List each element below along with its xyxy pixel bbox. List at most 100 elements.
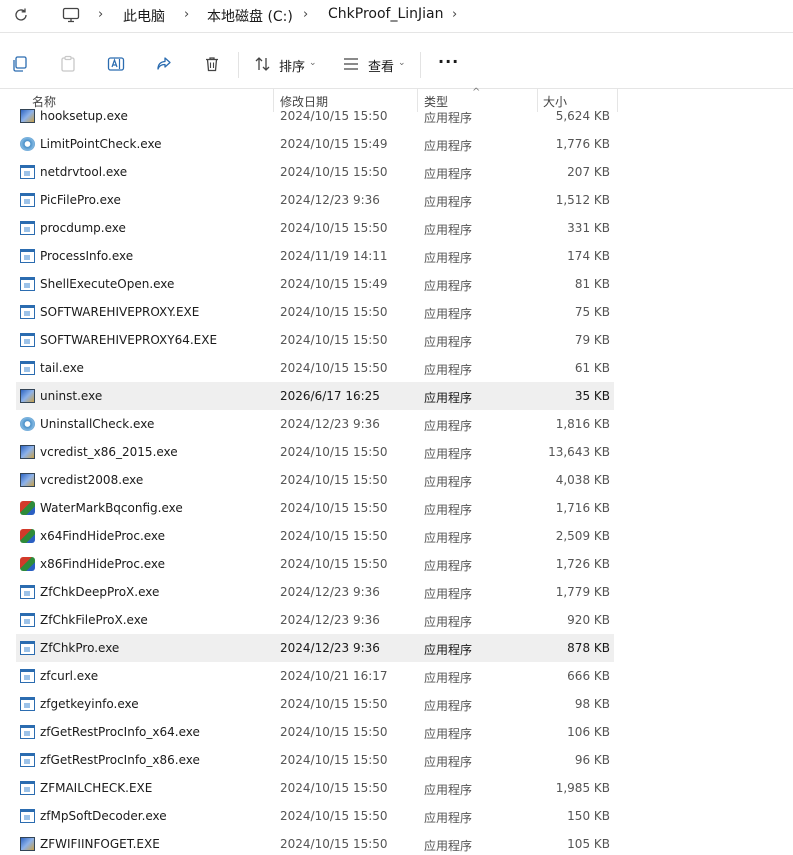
file-name: ZFWIFIINFOGET.EXE	[40, 837, 160, 851]
disc-icon	[20, 137, 35, 151]
file-type: 应用程序	[424, 503, 473, 517]
puzzle-icon	[20, 529, 35, 543]
file-type: 应用程序	[424, 195, 473, 209]
file-row[interactable]: x64FindHideProc.exe 2024/10/15 15:50 应用程序 2…	[16, 522, 614, 550]
view-icon[interactable]	[341, 54, 361, 74]
file-row[interactable]: ZfChkFileProX.exe 2024/12/23 9:36 应用程序 920 …	[16, 606, 614, 634]
breadcrumb-current-folder[interactable]: ChkProof_LinJian	[328, 6, 444, 22]
file-type: 应用程序	[424, 559, 473, 573]
app-window-icon	[20, 165, 35, 179]
rename-icon[interactable]	[106, 54, 126, 74]
file-name: zfGetRestProcInfo_x86.exe	[40, 753, 200, 767]
app-window-icon	[20, 613, 35, 627]
file-row[interactable]: UninstallCheck.exe 2024/12/23 9:36 应用程序 1,8…	[16, 410, 614, 438]
breadcrumb-this-pc[interactable]: 此电脑	[123, 6, 165, 26]
file-row[interactable]: LimitPointCheck.exe 2024/10/15 15:49 应用程序 1…	[16, 130, 614, 158]
file-name: PicFilePro.exe	[40, 193, 121, 207]
file-row[interactable]: vcredist2008.exe 2024/10/15 15:50 应用程序 4,03…	[16, 466, 614, 494]
file-row[interactable]: zfMpSoftDecoder.exe 2024/10/15 15:50 应用程序 1…	[16, 802, 614, 830]
file-size: 61 KB	[574, 361, 610, 375]
file-row[interactable]: hooksetup.exe 2024/10/15 15:50 应用程序 5,624 K…	[16, 102, 614, 130]
file-type: 应用程序	[424, 727, 473, 741]
refresh-icon[interactable]	[12, 6, 30, 24]
file-name: UninstallCheck.exe	[40, 417, 155, 431]
app-window-icon	[20, 333, 35, 347]
file-row[interactable]: procdump.exe 2024/10/15 15:50 应用程序 331 KB	[16, 214, 614, 242]
file-size: 150 KB	[567, 809, 610, 823]
file-row[interactable]: WaterMarkBqconfig.exe 2024/10/15 15:50 应用程…	[16, 494, 614, 522]
chevron-right-icon[interactable]: ›	[184, 7, 189, 22]
file-row[interactable]: SOFTWAREHIVEPROXY64.EXE 2024/10/15 15:50 应…	[16, 326, 614, 354]
chevron-right-icon[interactable]: ›	[303, 7, 308, 22]
file-row[interactable]: zfcurl.exe 2024/10/21 16:17 应用程序 666 KB	[16, 662, 614, 690]
file-name: ZfChkDeepProX.exe	[40, 585, 160, 599]
file-name: ShellExecuteOpen.exe	[40, 277, 175, 291]
file-name: procdump.exe	[40, 221, 126, 235]
file-row[interactable]: PicFilePro.exe 2024/12/23 9:36 应用程序 1,512 K…	[16, 186, 614, 214]
file-type: 应用程序	[424, 643, 473, 657]
file-type: 应用程序	[424, 335, 473, 349]
file-row[interactable]: ZFWIFIINFOGET.EXE 2024/10/15 15:50 应用程序 105…	[16, 830, 614, 855]
chevron-down-icon[interactable]: ⌄	[398, 58, 406, 68]
app-window-icon	[20, 809, 35, 823]
file-size: 1,985 KB	[555, 781, 610, 795]
view-button[interactable]: 查看	[368, 56, 394, 75]
file-date: 2024/12/23 9:36	[280, 641, 380, 655]
more-options-button[interactable]: ···	[438, 52, 459, 71]
chevron-right-icon[interactable]: ›	[452, 7, 457, 22]
file-size: 1,726 KB	[555, 557, 610, 571]
file-row[interactable]: tail.exe 2024/10/15 15:50 应用程序 61 KB	[16, 354, 614, 382]
file-row[interactable]: ZfChkPro.exe 2024/12/23 9:36 应用程序 878 KB	[16, 634, 614, 662]
installer-icon	[20, 473, 35, 487]
file-name: WaterMarkBqconfig.exe	[40, 501, 183, 515]
file-row[interactable]: zfGetRestProcInfo_x86.exe 2024/10/15 15:5…	[16, 746, 614, 774]
file-row[interactable]: vcredist_x86_2015.exe 2024/10/15 15:50 应用程…	[16, 438, 614, 466]
file-row[interactable]: SOFTWAREHIVEPROXY.EXE 2024/10/15 15:50 应用程…	[16, 298, 614, 326]
file-name: ZFMAILCHECK.EXE	[40, 781, 153, 795]
file-size: 5,624 KB	[555, 109, 610, 123]
file-row[interactable]: uninst.exe 2026/6/17 16:25 应用程序 35 KB	[16, 382, 614, 410]
computer-icon[interactable]	[62, 7, 80, 23]
breadcrumb-local-disk[interactable]: 本地磁盘 (C:)	[207, 6, 293, 26]
file-row[interactable]: ShellExecuteOpen.exe 2024/10/15 15:49 应用程序…	[16, 270, 614, 298]
file-name: x64FindHideProc.exe	[40, 529, 166, 543]
file-size: 105 KB	[567, 837, 610, 851]
sort-button[interactable]: 排序	[279, 56, 305, 75]
delete-icon[interactable]	[202, 54, 222, 74]
file-row[interactable]: ProcessInfo.exe 2024/11/19 14:11 应用程序 174 K…	[16, 242, 614, 270]
toolbar-divider	[420, 52, 421, 78]
chevron-right-icon[interactable]: ›	[98, 7, 103, 22]
file-date: 2024/10/15 15:50	[280, 557, 388, 571]
file-type: 应用程序	[424, 223, 473, 237]
file-type: 应用程序	[424, 391, 473, 405]
puzzle-icon	[20, 501, 35, 515]
file-type: 应用程序	[424, 531, 473, 545]
copy-icon[interactable]	[10, 54, 30, 74]
file-row[interactable]: ZfChkDeepProX.exe 2024/12/23 9:36 应用程序 1,77…	[16, 578, 614, 606]
file-type: 应用程序	[424, 811, 473, 825]
file-name: vcredist2008.exe	[40, 473, 144, 487]
file-row[interactable]: zfGetRestProcInfo_x64.exe 2024/10/15 15:5…	[16, 718, 614, 746]
chevron-down-icon[interactable]: ⌄	[309, 58, 317, 68]
file-name: ProcessInfo.exe	[40, 249, 134, 263]
puzzle-icon	[20, 557, 35, 571]
file-type: 应用程序	[424, 447, 473, 461]
app-window-icon	[20, 641, 35, 655]
installer-icon	[20, 389, 35, 403]
file-date: 2024/10/15 15:50	[280, 753, 388, 767]
file-row[interactable]: zfgetkeyinfo.exe 2024/10/15 15:50 应用程序 98 K…	[16, 690, 614, 718]
app-window-icon	[20, 697, 35, 711]
file-row[interactable]: netdrvtool.exe 2024/10/15 15:50 应用程序 207 KB	[16, 158, 614, 186]
file-size: 96 KB	[574, 753, 610, 767]
file-row[interactable]: ZFMAILCHECK.EXE 2024/10/15 15:50 应用程序 1,985…	[16, 774, 614, 802]
file-list: hooksetup.exe 2024/10/15 15:50 应用程序 5,624 K…	[0, 102, 793, 855]
file-row[interactable]: x86FindHideProc.exe 2024/10/15 15:50 应用程序 1…	[16, 550, 614, 578]
file-date: 2026/6/17 16:25	[280, 389, 380, 403]
file-date: 2024/10/15 15:50	[280, 473, 388, 487]
file-name: SOFTWAREHIVEPROXY.EXE	[40, 305, 200, 319]
sort-icon[interactable]	[253, 54, 273, 74]
share-icon[interactable]	[154, 54, 174, 74]
sort-ascending-icon: ^	[472, 87, 481, 98]
paste-icon[interactable]	[58, 54, 78, 74]
file-size: 4,038 KB	[555, 473, 610, 487]
